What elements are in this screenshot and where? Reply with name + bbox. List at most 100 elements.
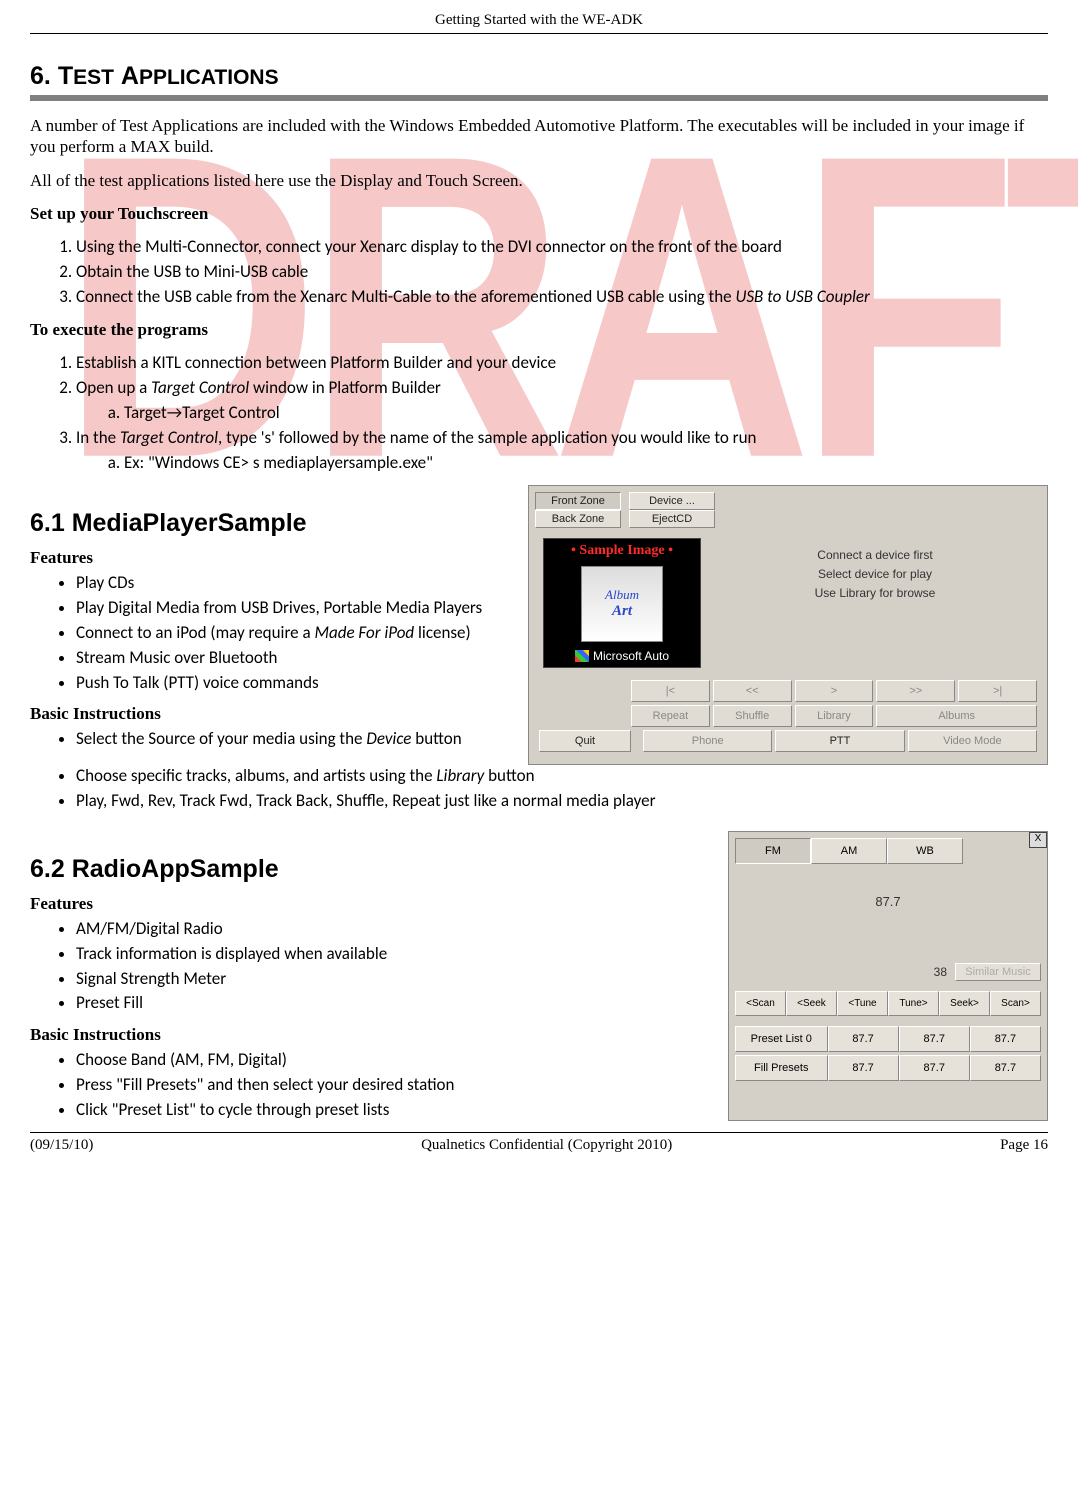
text: Connect a device first	[717, 546, 1033, 565]
preset-button[interactable]: 87.7	[970, 1026, 1041, 1052]
italic-text: Target Control	[151, 377, 249, 398]
close-button[interactable]: X	[1029, 832, 1047, 848]
rewind-button[interactable]: <<	[713, 680, 792, 702]
basic-list-61: Select the Source of your media using th…	[48, 728, 522, 751]
preset-button[interactable]: 87.7	[899, 1026, 970, 1052]
list-item: Connect the USB cable from the Xenarc Mu…	[76, 286, 1048, 309]
text: Select the Source of your media using th…	[76, 728, 366, 749]
text: Art	[612, 603, 632, 620]
preset-button[interactable]: 87.7	[899, 1055, 970, 1081]
list-item: Preset Fill	[76, 992, 722, 1015]
similar-music-button[interactable]: Similar Music	[955, 963, 1041, 981]
text: Microsoft Auto	[593, 649, 669, 663]
text: Open up a	[76, 377, 151, 398]
back-zone-button[interactable]: Back Zone	[535, 510, 621, 528]
text: , type 's' followed by the name of the s…	[218, 427, 756, 448]
list-item: Play, Fwd, Rev, Track Fwd, Track Back, S…	[76, 790, 1048, 813]
preset-list-button[interactable]: Preset List 0	[735, 1026, 828, 1052]
library-button[interactable]: Library	[795, 705, 874, 727]
list-item: Establish a KITL connection between Plat…	[76, 352, 1048, 375]
list-item: Play CDs	[76, 572, 522, 595]
preset-button[interactable]: 87.7	[828, 1055, 899, 1081]
features-list-62: AM/FM/Digital Radio Track information is…	[48, 918, 722, 1016]
ptt-button[interactable]: PTT	[775, 730, 904, 752]
tab-wb[interactable]: WB	[887, 838, 963, 864]
exec-heading: To execute the programs	[30, 319, 1048, 340]
preset-button[interactable]: 87.7	[828, 1026, 899, 1052]
eject-cd-button[interactable]: EjectCD	[629, 510, 715, 528]
exec-list: Establish a KITL connection between Plat…	[48, 352, 1048, 475]
list-item: Stream Music over Bluetooth	[76, 647, 522, 670]
list-item: Select the Source of your media using th…	[76, 728, 522, 751]
italic-text: Device	[366, 728, 411, 749]
track-fwd-button[interactable]: >|	[958, 680, 1037, 702]
albums-button[interactable]: Albums	[876, 705, 1037, 727]
section-number: 6.	[30, 62, 51, 90]
list-item: Push To Talk (PTT) voice commands	[76, 672, 522, 695]
setup-heading: Set up your Touchscreen	[30, 203, 1048, 224]
italic-text: Target Control	[120, 427, 218, 448]
sample-image-label: • Sample Image •	[571, 543, 673, 559]
windows-flag-icon	[575, 650, 589, 662]
features-list-61: Play CDs Play Digital Media from USB Dri…	[48, 572, 522, 695]
video-mode-button[interactable]: Video Mode	[908, 730, 1037, 752]
tab-fm[interactable]: FM	[735, 838, 811, 864]
section-rule	[30, 95, 1048, 101]
list-item: Target→Target Control	[124, 402, 1048, 425]
list-item: Click "Preset List" to cycle through pre…	[76, 1099, 722, 1122]
scan-left-button[interactable]: <Scan	[735, 991, 786, 1016]
text: Use Library for browse	[717, 584, 1033, 603]
doc-header-title: Getting Started with the WE-ADK	[30, 12, 1048, 34]
text: button	[411, 728, 461, 749]
list-item: In the Target Control, type 's' followed…	[76, 427, 1048, 475]
mediaplayer-screenshot: Front Zone Back Zone Device ... EjectCD …	[528, 485, 1048, 765]
text: In the	[76, 427, 120, 448]
fill-presets-button[interactable]: Fill Presets	[735, 1055, 828, 1081]
intro-paragraph-2: All of the test applications listed here…	[30, 170, 1048, 191]
frequency-display: 87.7	[729, 894, 1047, 909]
fast-forward-button[interactable]: >>	[876, 680, 955, 702]
list-item: Ex: "Windows CE> s mediaplayersample.exe…	[124, 452, 1048, 475]
section-heading: 6. TEST APPLICATIONS	[30, 62, 1048, 91]
list-item: Signal Strength Meter	[76, 968, 722, 991]
tune-right-button[interactable]: Tune>	[888, 991, 939, 1016]
italic-text: Library	[436, 765, 484, 786]
track-back-button[interactable]: |<	[631, 680, 710, 702]
text: Choose specific tracks, albums, and arti…	[76, 765, 436, 786]
preset-button[interactable]: 87.7	[970, 1055, 1041, 1081]
setup-list: Using the Multi-Connector, connect your …	[48, 236, 1048, 309]
text: Select device for play	[717, 565, 1033, 584]
list-item: Connect to an iPod (may require a Made F…	[76, 622, 522, 645]
seek-left-button[interactable]: <Seek	[786, 991, 837, 1016]
tune-left-button[interactable]: <Tune	[837, 991, 888, 1016]
front-zone-button[interactable]: Front Zone	[535, 492, 621, 510]
play-button[interactable]: >	[795, 680, 874, 702]
tab-am[interactable]: AM	[811, 838, 887, 864]
seek-right-button[interactable]: Seek>	[939, 991, 990, 1016]
list-item: Choose specific tracks, albums, and arti…	[76, 765, 1048, 788]
text: Connect to an iPod (may require a	[76, 622, 314, 643]
subsection-heading-61: 6.1 MediaPlayerSample	[30, 509, 522, 538]
scan-right-button[interactable]: Scan>	[990, 991, 1041, 1016]
text: window in Platform Builder	[249, 377, 441, 398]
quit-button[interactable]: Quit	[539, 730, 631, 752]
footer-date: (09/15/10)	[30, 1137, 93, 1154]
text: Album	[605, 587, 639, 603]
list-item: Open up a Target Control window in Platf…	[76, 377, 1048, 425]
basic-heading-61: Basic Instructions	[30, 704, 522, 724]
footer-page: Page 16	[1000, 1137, 1048, 1154]
subsection-heading-62: 6.2 RadioAppSample	[30, 855, 722, 884]
text: Connect the USB cable from the Xenarc Mu…	[76, 286, 735, 307]
device-button[interactable]: Device ...	[629, 492, 715, 510]
repeat-button[interactable]: Repeat	[631, 705, 710, 727]
footer-center: Qualnetics Confidential (Copyright 2010)	[421, 1137, 672, 1154]
features-heading-62: Features	[30, 894, 722, 914]
basic-list-62: Choose Band (AM, FM, Digital) Press "Fil…	[48, 1049, 722, 1122]
shuffle-button[interactable]: Shuffle	[713, 705, 792, 727]
list-item: AM/FM/Digital Radio	[76, 918, 722, 941]
cd-icon: Album Art	[581, 566, 663, 642]
basic-heading-62: Basic Instructions	[30, 1025, 722, 1045]
device-info-text: Connect a device first Select device for…	[713, 538, 1037, 668]
phone-button[interactable]: Phone	[643, 730, 772, 752]
text: button	[484, 765, 534, 786]
